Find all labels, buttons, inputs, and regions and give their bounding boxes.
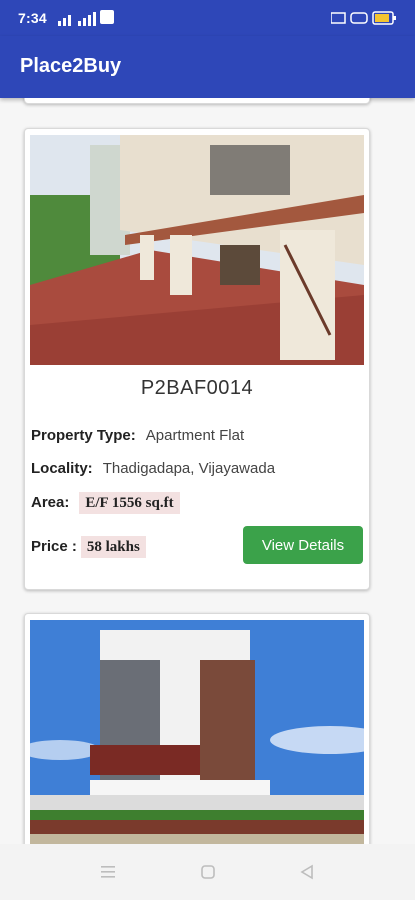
view-details-button[interactable]: View Details	[243, 526, 363, 564]
property-type-label: Property Type:	[31, 427, 136, 444]
status-time: 7:34	[18, 10, 47, 26]
property-type-row: Property Type: Apartment Flat	[31, 427, 244, 444]
locality-value: Thadigadapa, Vijayawada	[102, 460, 276, 477]
home-icon[interactable]	[198, 862, 218, 882]
signal-icon	[58, 12, 96, 26]
property-photo	[30, 620, 364, 844]
listing-card	[24, 613, 370, 844]
listing-feed[interactable]: P2BAF0014 Property Type: Apartment Flat L…	[0, 98, 415, 844]
menu-icon[interactable]	[98, 862, 118, 882]
listing-card-previous	[24, 98, 370, 104]
area-label: Area:	[31, 494, 70, 511]
back-icon[interactable]	[297, 862, 317, 882]
locality-row: Locality: Thadigadapa, Vijayawada	[31, 460, 275, 477]
phone-icon	[100, 10, 114, 24]
battery-icon	[331, 11, 396, 25]
price-label: Price :	[31, 538, 77, 555]
app-title: Place2Buy	[20, 55, 122, 77]
property-type-value: Apartment Flat	[145, 427, 245, 444]
area-row: Area: E/F 1556 sq.ft	[31, 492, 180, 514]
status-bar: 7:34	[0, 0, 415, 36]
listing-card: P2BAF0014 Property Type: Apartment Flat L…	[24, 128, 370, 590]
property-code: P2BAF0014	[140, 377, 254, 399]
property-photo	[30, 135, 364, 365]
system-nav-bar	[0, 844, 415, 900]
price-value: 58 lakhs	[80, 536, 146, 558]
locality-label: Locality:	[31, 460, 93, 477]
app-bar: Place2Buy	[0, 36, 415, 98]
area-value: E/F 1556 sq.ft	[79, 492, 180, 514]
price-row: Price :58 lakhs	[31, 536, 146, 558]
